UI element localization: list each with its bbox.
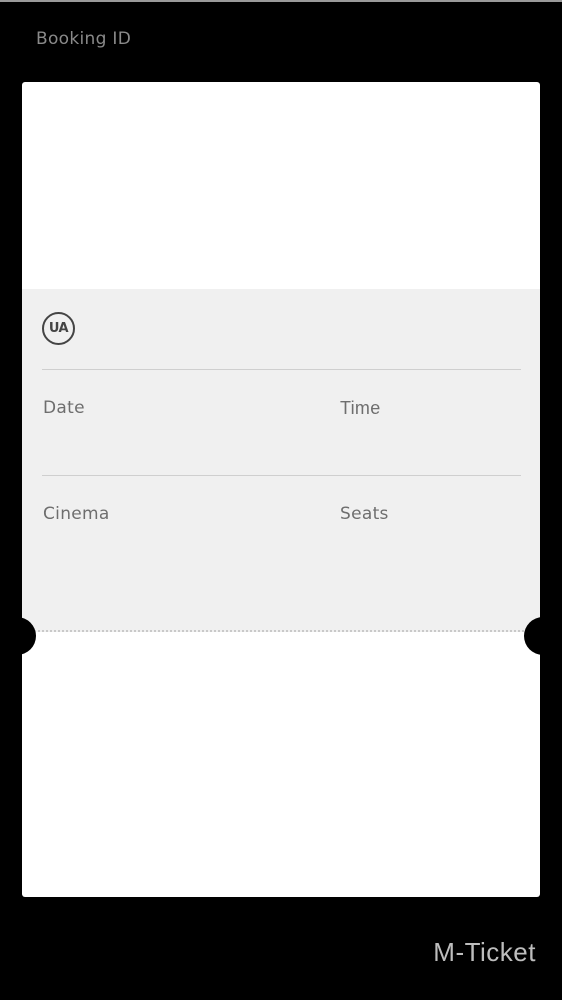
status-strip [0,0,562,2]
cinema-label: Cinema [43,504,110,524]
ticket-notch-right [524,617,562,655]
m-ticket-label: M-Ticket [433,937,536,967]
ticket-screen: Booking ID UA Date Time Cinema Seats M-T… [0,0,562,1000]
ticket-card: UA Date Time Cinema Seats [22,82,540,897]
divider [42,475,521,476]
time-label: Time [340,398,381,418]
certificate-rating-badge: UA [42,312,75,345]
divider [42,369,521,370]
date-label: Date [43,398,85,418]
booking-id-label: Booking ID [36,29,132,49]
perforation-line [22,630,540,632]
ticket-details-panel: UA Date Time Cinema Seats [22,289,540,632]
seats-label: Seats [340,504,389,524]
